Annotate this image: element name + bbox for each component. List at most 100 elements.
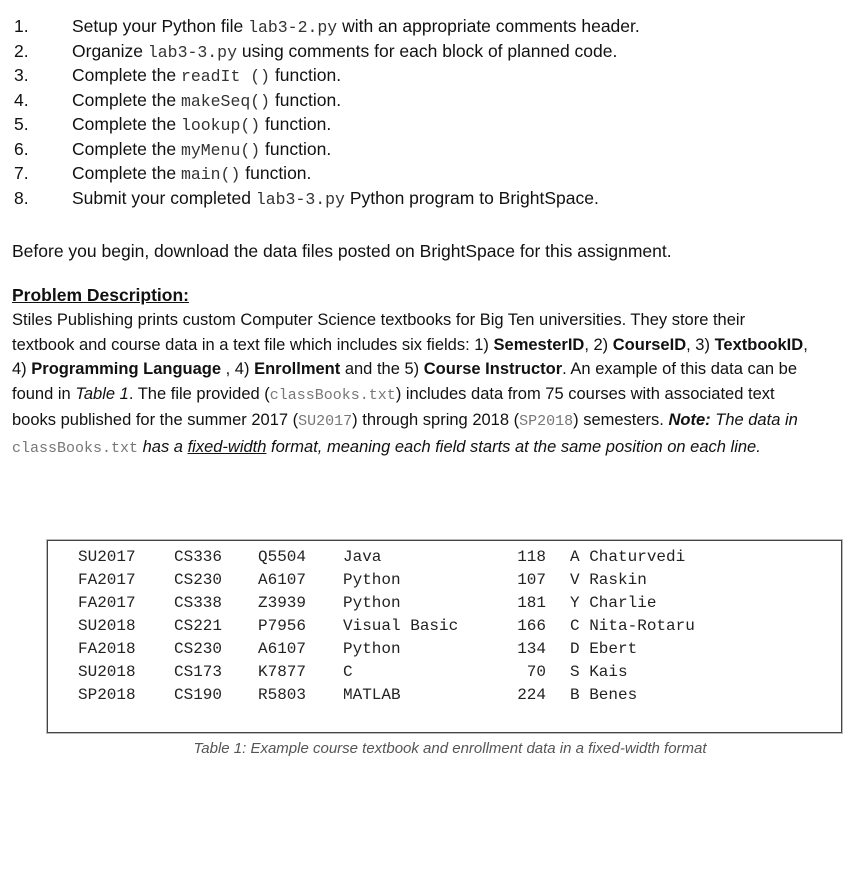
step-text: Submit your completed xyxy=(72,187,256,208)
textbook-id: Z3939 xyxy=(258,594,307,612)
step-item: 1. Setup your Python file lab3-2.py with … xyxy=(0,14,640,39)
text: , 4) xyxy=(221,360,255,379)
enrollment: 134 xyxy=(517,640,546,658)
note-text: format, meaning each field starts at the… xyxy=(266,437,761,456)
data-table-box: SU2017 CS336 Q5504 Java 118 A Chaturvedi FA201… xyxy=(47,540,842,733)
text: ) semesters. xyxy=(573,411,669,430)
semester-code: SU2017 xyxy=(298,413,353,431)
step-text: Complete the xyxy=(72,65,181,85)
instructor: D Ebert xyxy=(570,640,638,658)
step-text: using comments for each block of planned… xyxy=(237,40,618,61)
course-id: CS336 xyxy=(174,548,223,566)
problem-description: Stiles Publishing prints custom Computer… xyxy=(12,308,812,462)
semester-id: FA2018 xyxy=(78,640,136,658)
enrollment: 181 xyxy=(517,594,546,612)
semester-id: SU2018 xyxy=(78,617,136,635)
textbook-id: A6107 xyxy=(258,640,307,658)
language: Visual Basic xyxy=(343,617,459,635)
step-text: with an appropriate comments header. xyxy=(337,16,640,36)
step-item: 4. Complete the makeSeq() function. xyxy=(0,88,640,113)
step-text: Organize xyxy=(72,40,148,61)
instructor: Y Charlie xyxy=(570,594,657,612)
language: Python xyxy=(343,640,401,658)
instructor: A Chaturvedi xyxy=(570,548,686,566)
step-code: myMenu() xyxy=(180,140,261,160)
note-underlined: fixed-width xyxy=(187,437,267,456)
filename: classBooks.txt xyxy=(12,439,139,457)
text: , 3) xyxy=(686,335,715,354)
field-name: CourseID xyxy=(612,335,687,354)
step-item: 5. Complete the lookup() function. xyxy=(0,112,640,137)
step-text: function. xyxy=(240,163,312,183)
language: C xyxy=(343,663,353,681)
instructor: V Raskin xyxy=(570,571,647,589)
step-number: 1. xyxy=(14,16,29,36)
step-code: lab3-3.py xyxy=(147,42,237,62)
intro-paragraph: Before you begin, download the data file… xyxy=(12,241,672,261)
step-item: 2. Organize lab3-3.py using comments for … xyxy=(0,39,640,64)
step-item: 6. Complete the myMenu() function. xyxy=(0,137,640,162)
semester-id: SU2018 xyxy=(78,663,136,681)
step-item: 8. Submit your completed lab3-3.py Python… xyxy=(0,186,640,211)
note-label: Note: xyxy=(668,411,711,430)
step-item: 3. Complete the readIt () function. xyxy=(0,63,640,88)
course-id: CS338 xyxy=(174,594,223,612)
step-text: Complete the xyxy=(72,163,181,183)
step-code: lab3-3.py xyxy=(255,189,345,209)
step-number: 6. xyxy=(14,138,29,159)
step-number: 2. xyxy=(14,40,29,61)
steps-list: 1. Setup your Python file lab3-2.py with … xyxy=(0,14,640,210)
field-name: Enrollment xyxy=(254,360,341,379)
table-reference: Table 1 xyxy=(75,384,129,403)
instructor: C Nita-Rotaru xyxy=(570,617,695,635)
course-id: CS190 xyxy=(174,686,223,704)
step-item: 7. Complete the main() function. xyxy=(0,161,640,186)
text: . The file provided ( xyxy=(128,384,270,403)
field-name: Course Instructor xyxy=(423,360,563,379)
language: Python xyxy=(343,594,401,612)
note-text: The data in xyxy=(710,411,798,430)
instructor: S Kais xyxy=(570,663,628,681)
course-id: CS230 xyxy=(174,640,223,658)
language: Java xyxy=(343,548,382,566)
enrollment: 166 xyxy=(517,617,546,635)
step-number: 8. xyxy=(14,187,29,208)
field-name: Programming Language xyxy=(31,360,222,379)
enrollment: 224 xyxy=(517,686,546,704)
text: ) through spring 2018 ( xyxy=(352,411,520,430)
textbook-id: A6107 xyxy=(258,571,307,589)
text: , 2) xyxy=(584,335,613,354)
enrollment: 70 xyxy=(526,663,546,681)
step-text: Complete the xyxy=(72,114,181,134)
textbook-id: Q5504 xyxy=(258,548,307,566)
textbook-id: P7956 xyxy=(258,617,307,635)
field-name: SemesterID xyxy=(493,335,585,354)
filename: classBooks.txt xyxy=(269,386,396,404)
step-code: lookup() xyxy=(180,116,261,135)
step-number: 4. xyxy=(14,89,29,110)
semester-code: SP2018 xyxy=(519,413,574,431)
step-number: 7. xyxy=(14,163,29,183)
table-caption: Table 1: Example course textbook and enr… xyxy=(193,740,707,757)
enrollment: 107 xyxy=(517,571,546,589)
step-code: readIt () xyxy=(180,67,271,86)
step-code: main() xyxy=(180,165,241,184)
field-name: TextbookID xyxy=(714,335,804,354)
semester-id: FA2017 xyxy=(78,594,136,612)
note-text: has a xyxy=(138,437,188,456)
step-number: 3. xyxy=(14,65,29,85)
step-text: Python program to BrightSpace. xyxy=(344,187,599,208)
language: MATLAB xyxy=(343,686,401,704)
step-number: 5. xyxy=(14,114,29,134)
semester-id: FA2017 xyxy=(78,571,136,589)
textbook-id: K7877 xyxy=(258,663,307,681)
course-id: CS221 xyxy=(174,617,223,635)
course-id: CS173 xyxy=(174,663,223,681)
step-text: Setup your Python file xyxy=(72,16,249,36)
problem-heading: Problem Description: xyxy=(12,285,189,305)
text: and the 5) xyxy=(340,360,424,379)
textbook-id: R5803 xyxy=(258,686,307,704)
step-text: function. xyxy=(270,89,342,110)
semester-id: SU2017 xyxy=(78,548,136,566)
step-text: Complete the xyxy=(72,89,181,110)
